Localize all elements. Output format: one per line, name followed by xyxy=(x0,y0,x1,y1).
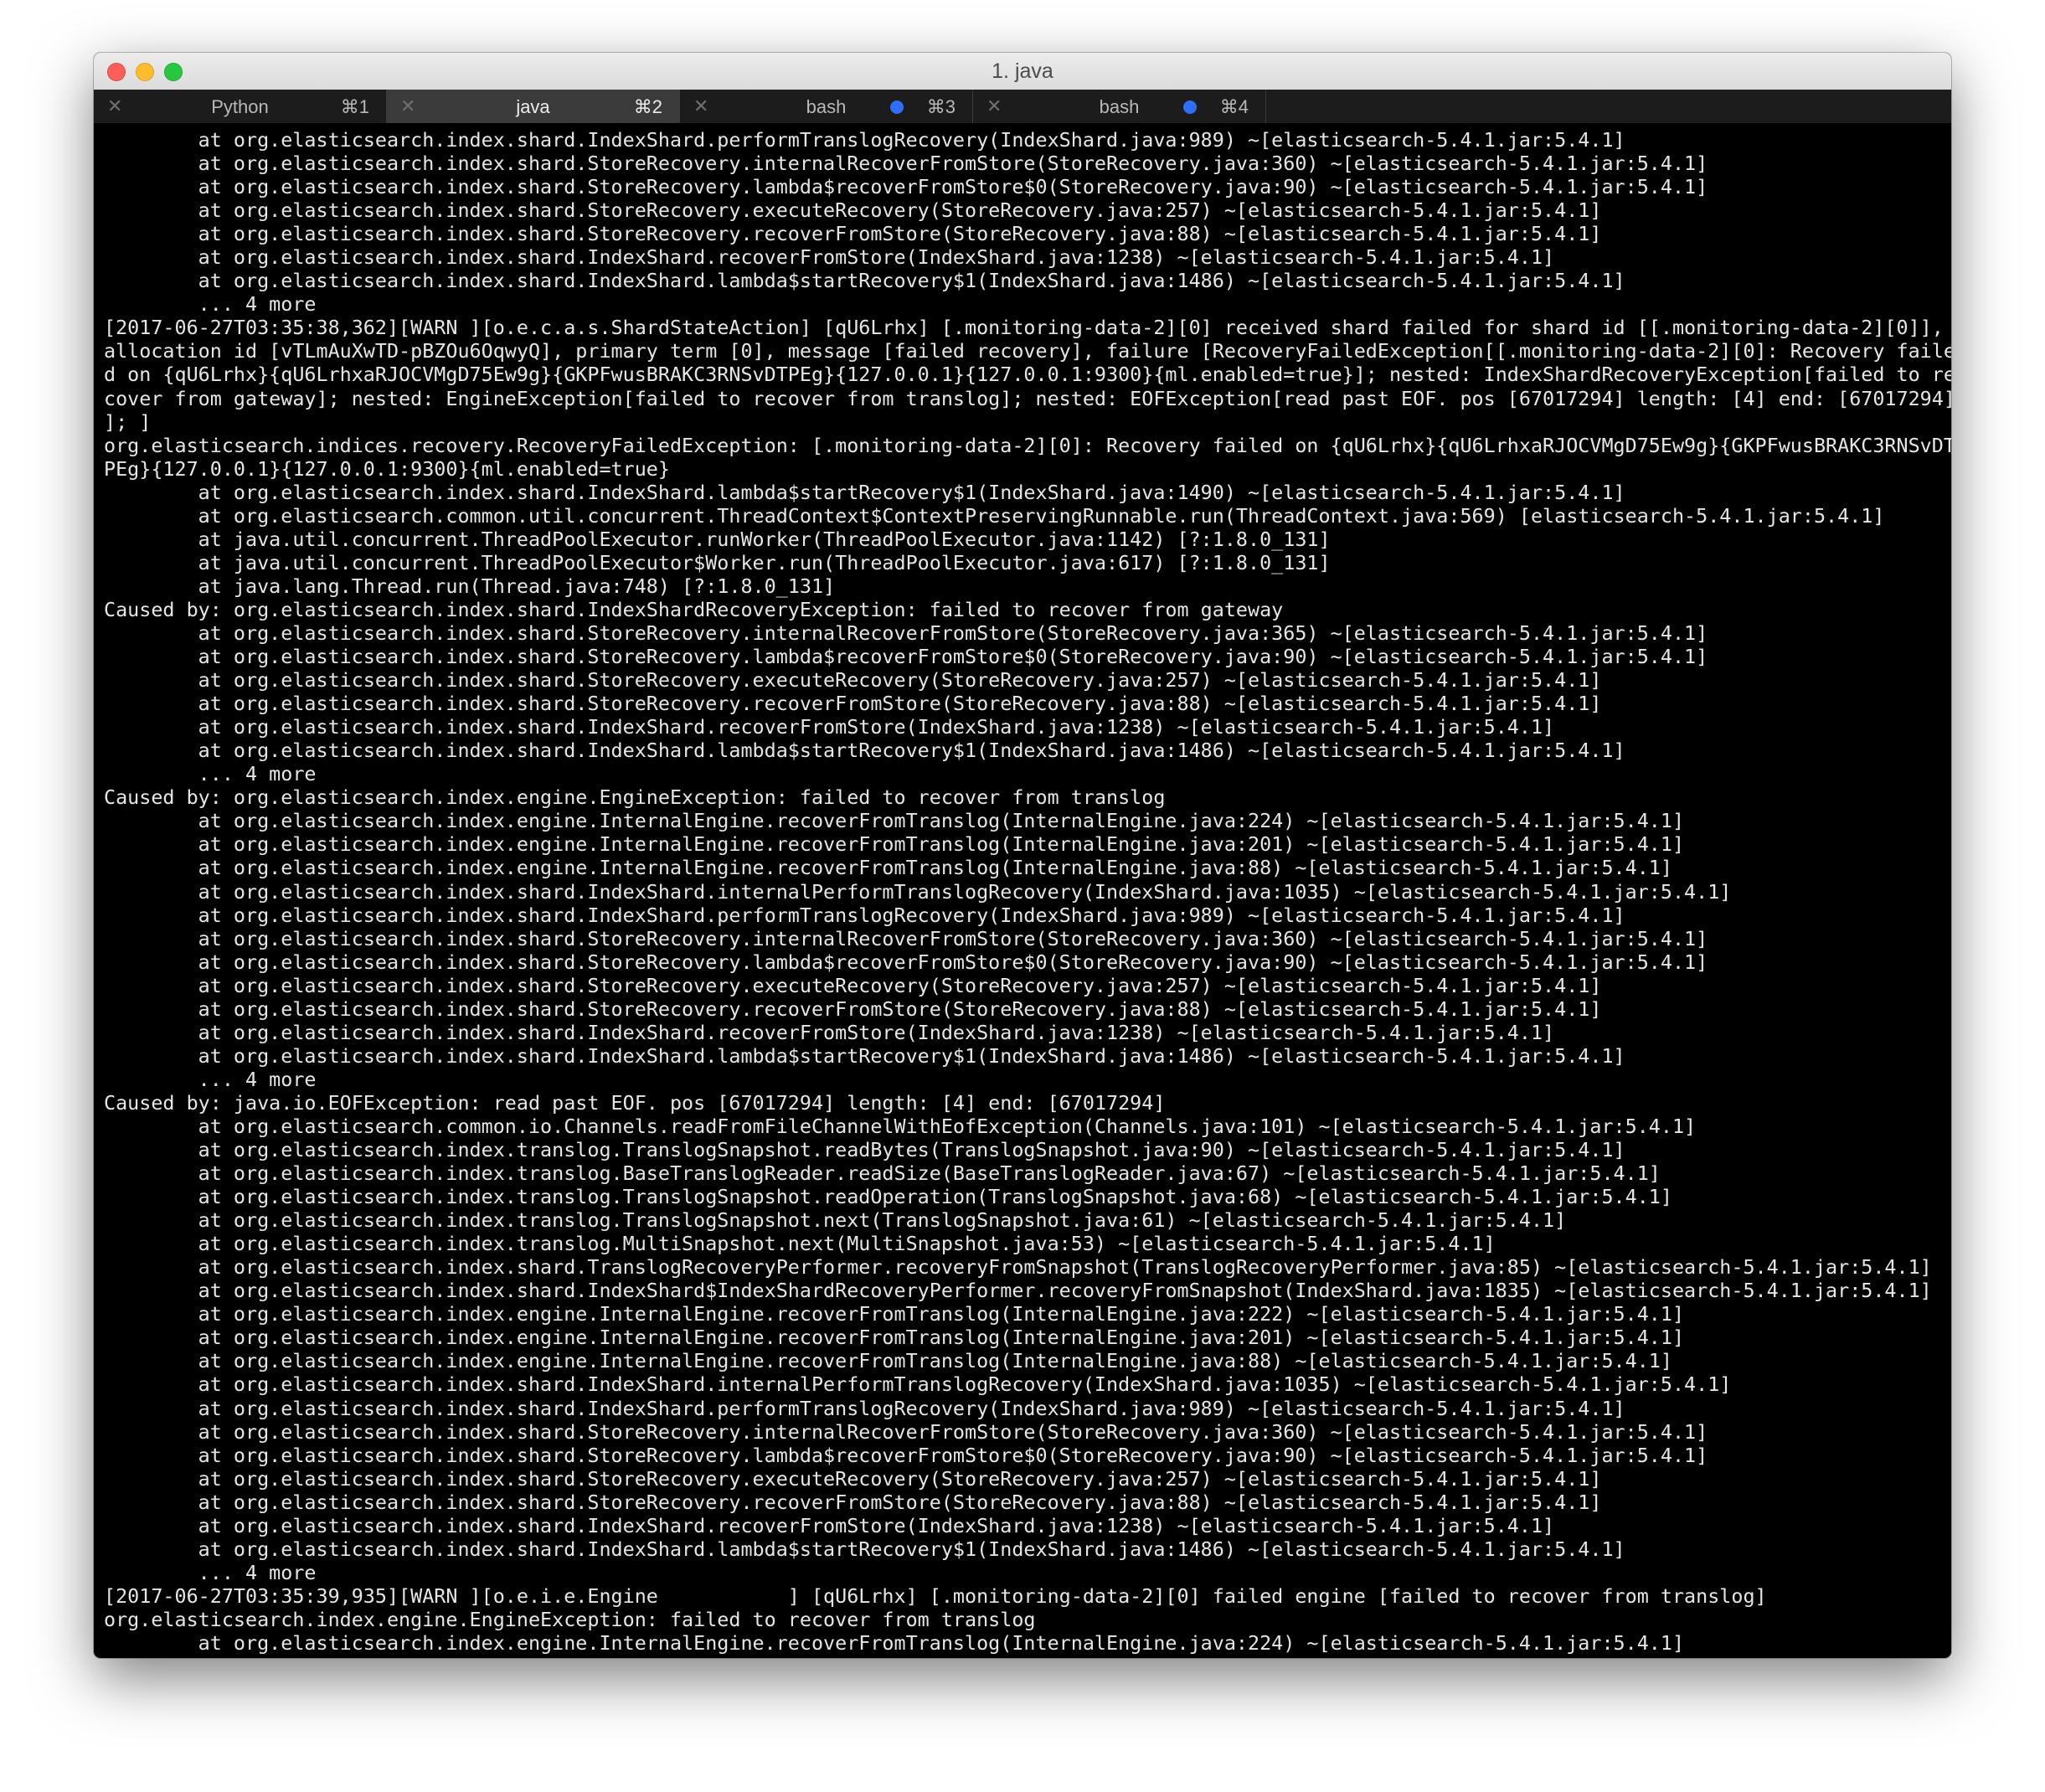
terminal-line: at org.elasticsearch.index.shard.Translo… xyxy=(104,1255,1932,1280)
tab-shortcut: ⌘2 xyxy=(633,96,662,117)
terminal-line: at org.elasticsearch.index.shard.StoreRe… xyxy=(104,621,1708,645)
terminal-line: org.elasticsearch.indices.recovery.Recov… xyxy=(104,433,1951,457)
window-title: 1. java xyxy=(992,59,1053,83)
terminal-line: at org.elasticsearch.index.translog.Tran… xyxy=(104,1208,1567,1233)
terminal-line: at org.elasticsearch.index.shard.IndexSh… xyxy=(104,1020,1555,1044)
terminal-line: at org.elasticsearch.index.shard.IndexSh… xyxy=(104,1537,1625,1561)
terminal-line: at org.elasticsearch.index.shard.IndexSh… xyxy=(104,1043,1625,1068)
terminal-line: Caused by: java.io.EOFException: read pa… xyxy=(104,1090,1166,1115)
terminal-line: at org.elasticsearch.index.shard.StoreRe… xyxy=(104,1466,1602,1491)
terminal-line: cover from gateway]; nested: EngineExcep… xyxy=(104,386,1951,410)
terminal-line: at org.elasticsearch.index.shard.StoreRe… xyxy=(104,950,1708,974)
terminal-line: at org.elasticsearch.index.engine.Intern… xyxy=(104,1631,1685,1655)
terminal-line: org.elasticsearch.index.engine.EngineExc… xyxy=(104,1607,1036,1631)
terminal-line: Caused by: org.elasticsearch.index.shard… xyxy=(104,597,1284,621)
terminal-line: at org.elasticsearch.index.shard.IndexSh… xyxy=(104,269,1625,293)
terminal-line: at org.elasticsearch.index.shard.IndexSh… xyxy=(104,1372,1732,1397)
terminal-line: at org.elasticsearch.index.engine.Intern… xyxy=(104,832,1685,857)
terminal-line: at org.elasticsearch.index.shard.StoreRe… xyxy=(104,175,1708,199)
terminal-line: Caused by: org.elasticsearch.index.engin… xyxy=(104,785,1166,810)
terminal-line: at org.elasticsearch.index.engine.Intern… xyxy=(104,1326,1685,1350)
terminal-line: [2017-06-27T03:35:38,362][WARN ][o.e.c.a… xyxy=(104,316,1944,340)
terminal-output[interactable]: at org.elasticsearch.index.shard.IndexSh… xyxy=(104,128,1951,1658)
terminal-line: at org.elasticsearch.index.shard.IndexSh… xyxy=(104,245,1555,270)
terminal-line: ... 4 more xyxy=(104,762,317,786)
terminal-line: [2017-06-27T03:35:39,935][WARN ][o.e.i.e… xyxy=(104,1583,1767,1608)
terminal-line: at org.elasticsearch.index.shard.IndexSh… xyxy=(104,1396,1625,1420)
terminal-line: at org.elasticsearch.index.shard.IndexSh… xyxy=(104,128,1625,152)
terminal-line: at org.elasticsearch.index.shard.StoreRe… xyxy=(104,692,1602,716)
terminal-line: at org.elasticsearch.common.util.concurr… xyxy=(104,503,1885,528)
terminal-line: at org.elasticsearch.index.engine.Intern… xyxy=(104,1302,1685,1326)
terminal-line: at org.elasticsearch.index.translog.Tran… xyxy=(104,1185,1672,1209)
terminal-line: at org.elasticsearch.index.shard.IndexSh… xyxy=(104,739,1625,763)
terminal-line: allocation id [vTLmAuXwTD-pBZOu6OqwyQ], … xyxy=(104,339,1951,363)
terminal-line: at org.elasticsearch.index.shard.IndexSh… xyxy=(104,1279,1932,1303)
terminal-line: at org.elasticsearch.index.shard.IndexSh… xyxy=(104,715,1555,739)
terminal-line: at org.elasticsearch.index.engine.Intern… xyxy=(104,856,1672,880)
title-bar[interactable]: 1. java xyxy=(94,53,1951,90)
tab-shortcut: ⌘4 xyxy=(1219,96,1249,117)
tab-shortcut: ⌘3 xyxy=(926,96,956,117)
terminal-line: ... 4 more xyxy=(104,292,317,317)
terminal-line: at org.elasticsearch.index.shard.StoreRe… xyxy=(104,1490,1602,1514)
terminal-line: at org.elasticsearch.index.translog.Base… xyxy=(104,1161,1661,1186)
terminal-line: at org.elasticsearch.index.shard.StoreRe… xyxy=(104,926,1708,950)
tab-bash-3[interactable]: ✕ bash ⌘3 xyxy=(680,90,973,123)
terminal-line: at org.elasticsearch.index.shard.StoreRe… xyxy=(104,973,1602,997)
terminal-line: d on {qU6Lrhx}{qU6LrhxaRJOCVMgD75Ew9g}{G… xyxy=(104,363,1951,387)
terminal-line: at org.elasticsearch.index.shard.StoreRe… xyxy=(104,645,1708,669)
terminal-window: 1. java ✕ Python ⌘1 ✕ java ⌘2 ✕ bash ⌘3 … xyxy=(94,53,1951,1658)
terminal-line: at java.util.concurrent.ThreadPoolExecut… xyxy=(104,550,1331,574)
terminal-line: ... 4 more xyxy=(104,1560,317,1584)
terminal-line: at org.elasticsearch.index.shard.StoreRe… xyxy=(104,222,1602,246)
terminal-line: at org.elasticsearch.index.engine.Intern… xyxy=(104,809,1685,833)
terminal-line: at org.elasticsearch.common.io.Channels.… xyxy=(104,1114,1697,1138)
activity-dot-icon xyxy=(890,100,904,114)
tab-java[interactable]: ✕ java ⌘2 xyxy=(387,90,680,123)
terminal-line: at org.elasticsearch.index.shard.StoreRe… xyxy=(104,1419,1708,1444)
terminal-line: at org.elasticsearch.index.shard.IndexSh… xyxy=(104,903,1625,927)
terminal-line: at java.util.concurrent.ThreadPoolExecut… xyxy=(104,527,1331,551)
terminal-line: at org.elasticsearch.index.translog.Tran… xyxy=(104,1138,1625,1162)
terminal-line: at org.elasticsearch.index.shard.StoreRe… xyxy=(104,152,1708,176)
terminal-line: at org.elasticsearch.index.shard.IndexSh… xyxy=(104,879,1732,904)
terminal-line: PEg}{127.0.0.1}{127.0.0.1:9300}{ml.enabl… xyxy=(104,456,670,481)
terminal-line: at org.elasticsearch.index.shard.StoreRe… xyxy=(104,996,1602,1021)
terminal-line: at org.elasticsearch.index.shard.StoreRe… xyxy=(104,668,1602,693)
terminal-line: at org.elasticsearch.index.shard.IndexSh… xyxy=(104,480,1625,504)
terminal-line: at org.elasticsearch.index.translog.Mult… xyxy=(104,1232,1496,1256)
terminal-line: at java.lang.Thread.run(Thread.java:748)… xyxy=(104,574,836,598)
terminal-line: at org.elasticsearch.index.shard.IndexSh… xyxy=(104,1513,1555,1537)
terminal-line: ... 4 more xyxy=(104,1067,317,1091)
tab-bash-4[interactable]: ✕ bash ⌘4 xyxy=(973,90,1266,123)
terminal-line: ]; ] xyxy=(104,409,152,434)
tab-shortcut: ⌘1 xyxy=(340,96,369,117)
terminal-line: at org.elasticsearch.index.engine.Intern… xyxy=(104,1349,1672,1373)
activity-dot-icon xyxy=(1183,100,1197,114)
terminal-line: at org.elasticsearch.index.shard.StoreRe… xyxy=(104,198,1602,223)
tab-python[interactable]: ✕ Python ⌘1 xyxy=(94,90,387,123)
terminal-line: at org.elasticsearch.index.shard.StoreRe… xyxy=(104,1443,1708,1467)
tab-bar: ✕ Python ⌘1 ✕ java ⌘2 ✕ bash ⌘3 ✕ bash ⌘… xyxy=(94,90,1951,124)
